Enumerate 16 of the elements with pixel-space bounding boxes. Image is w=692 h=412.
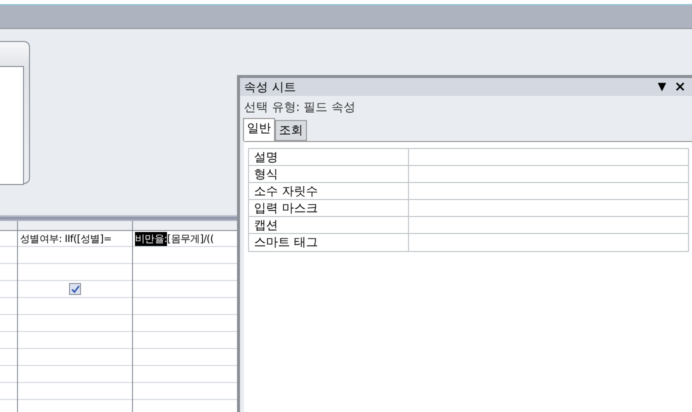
column-selector[interactable]	[0, 221, 17, 231]
property-name: 입력 마스크	[249, 200, 409, 216]
selection-type-label: 선택 유형: 필드 속성	[243, 99, 356, 116]
property-name: 설명	[249, 149, 409, 165]
tab[interactable]: 일반	[243, 118, 275, 141]
property-name: 스마트 태그	[249, 234, 409, 251]
panel-title: 속성 시트	[244, 78, 296, 96]
property-name: 형식	[249, 166, 409, 182]
property-name: 캡션	[249, 217, 409, 233]
property-name: 소수 자릿수	[249, 183, 409, 199]
tab[interactable]: 조회	[275, 120, 307, 141]
checkbox[interactable]	[69, 283, 81, 295]
table-cell[interactable]: 성별여부: IIf([성별]=	[18, 231, 132, 247]
close-button[interactable]: ×	[674, 80, 686, 94]
column-selector[interactable]	[18, 221, 132, 231]
dropdown-button[interactable]: ▼	[658, 80, 666, 94]
